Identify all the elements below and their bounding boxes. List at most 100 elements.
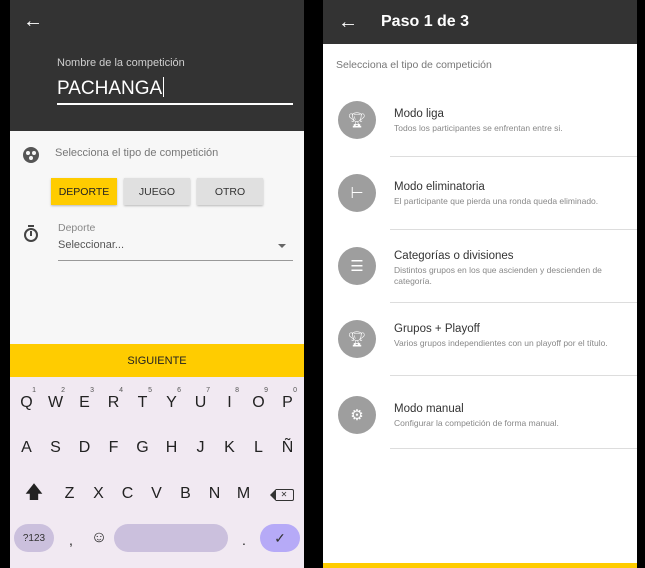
sport-select[interactable]: Seleccionar... [58,239,124,251]
back-arrow-icon[interactable]: ← [23,11,43,31]
mode-item-liga[interactable]: 🏆︎ Modo liga Todos los participantes se … [323,84,637,157]
key-i[interactable]: I8 [215,385,244,421]
chip-juego[interactable]: JUEGO [124,178,190,205]
key-label: I [227,394,232,411]
competition-type-label: Selecciona el tipo de competición [55,147,219,159]
sport-select-underline [58,260,293,261]
emoji-icon[interactable]: ☺ [88,524,110,552]
key-hint: 1 [32,387,36,394]
competition-name-value: PACHANGA [57,78,163,99]
key-b[interactable]: B [171,476,200,512]
key-o[interactable]: O9 [244,385,273,421]
key-hint: 8 [235,387,239,394]
key-hint: 7 [206,387,210,394]
key-p[interactable]: P0 [273,385,302,421]
key-label: W [47,394,64,411]
mode-name: Modo eliminatoria [394,181,485,193]
key-label: U [194,394,207,411]
back-arrow-icon[interactable]: ← [338,12,358,32]
key-label: B [180,485,191,502]
mode-description: Todos los participantes se enfrentan ent… [394,123,563,133]
mode-item-manual[interactable]: ⚙ Modo manual Configurar la competición … [323,376,637,449]
mode-description: El participante que pierda una ronda que… [394,196,599,206]
key-w[interactable]: W2 [41,385,70,421]
key-label: R [107,394,120,411]
key-a[interactable]: A [12,430,41,466]
symbols-mode-key[interactable]: ?123 [14,524,54,552]
key-label: H [165,439,178,456]
key-ñ[interactable]: Ñ [273,430,302,466]
key-v[interactable]: V [142,476,171,512]
section-subtitle: Selecciona el tipo de competición [336,59,492,71]
mode-item-grupos-playoff[interactable]: 🏆︎ Grupos + Playoff Varios grupos indepe… [323,303,637,376]
key-l[interactable]: L [244,430,273,466]
key-label: X [93,485,104,502]
mode-description: Configurar la competición de forma manua… [394,418,559,428]
chip-otro[interactable]: OTRO [197,178,263,205]
key-f[interactable]: F [99,430,128,466]
key-e[interactable]: E3 [70,385,99,421]
period-key[interactable]: . [236,528,252,552]
create-competition-screen: ← Nombre de la competición PACHANGA Sele… [10,0,304,568]
shift-icon[interactable]: 🡅 [18,477,50,513]
next-button[interactable]: SIGUIENTE [10,344,304,377]
key-label: O [252,394,265,411]
backspace-icon[interactable]: ✕ [266,477,298,513]
mode-name: Modo manual [394,403,464,415]
mode-item-categorias[interactable]: ☰ Categorías o divisiones Distintos grup… [323,230,637,303]
key-t[interactable]: T5 [128,385,157,421]
key-label: D [78,439,91,456]
key-y[interactable]: Y6 [157,385,186,421]
page-title: Paso 1 de 3 [381,13,470,30]
key-k[interactable]: K [215,430,244,466]
key-c[interactable]: C [113,476,142,512]
onscreen-keyboard: 🡅 ✕ ?123 , ☺ . ✓ Q1W2E3R4T5Y6U7I8O9P0ASD… [10,377,304,568]
key-label: Y [166,394,177,411]
key-r[interactable]: R4 [99,385,128,421]
key-hint: 9 [264,387,268,394]
text-cursor [163,77,165,97]
key-z[interactable]: Z [55,476,84,512]
app-header: ← Paso 1 de 3 [323,0,637,44]
key-label: V [151,485,162,502]
mode-name: Modo liga [394,108,444,120]
check-icon[interactable]: ✓ [260,524,300,552]
key-s[interactable]: S [41,430,70,466]
dropdown-arrow-icon[interactable] [278,244,286,248]
key-j[interactable]: J [186,430,215,466]
soccer-ball-icon [23,147,39,163]
trophy-icon: 🏆︎ [338,101,376,139]
key-h[interactable]: H [157,430,186,466]
key-d[interactable]: D [70,430,99,466]
key-hint: 6 [177,387,181,394]
key-hint: 0 [293,387,297,394]
key-u[interactable]: U7 [186,385,215,421]
key-label: J [196,439,205,456]
key-label: A [21,439,32,456]
timer-icon [24,225,38,242]
mode-item-eliminatoria[interactable]: ⊢ Modo eliminatoria El participante que … [323,157,637,230]
mode-name: Categorías o divisiones [394,250,514,262]
key-label: N [208,485,221,502]
bracket-icon: ⊢ [338,174,376,212]
comma-key[interactable]: , [63,528,79,552]
key-n[interactable]: N [200,476,229,512]
competition-name-underline [57,103,293,105]
key-hint: 2 [61,387,65,394]
list-icon: ☰ [338,247,376,285]
key-label: F [108,439,119,456]
gear-icon: ⚙ [338,396,376,434]
key-m[interactable]: M [229,476,258,512]
bottom-action-bar[interactable] [323,563,637,568]
mode-description: Varios grupos independientes con un play… [394,338,608,348]
chip-deporte[interactable]: DEPORTE [51,178,117,205]
key-label: S [50,439,61,456]
key-label: C [121,485,134,502]
competition-name-input[interactable]: PACHANGA [57,77,165,100]
key-q[interactable]: Q1 [12,385,41,421]
key-x[interactable]: X [84,476,113,512]
key-g[interactable]: G [128,430,157,466]
key-label: P [282,394,293,411]
key-label: Z [64,485,75,502]
space-key[interactable] [114,524,228,552]
